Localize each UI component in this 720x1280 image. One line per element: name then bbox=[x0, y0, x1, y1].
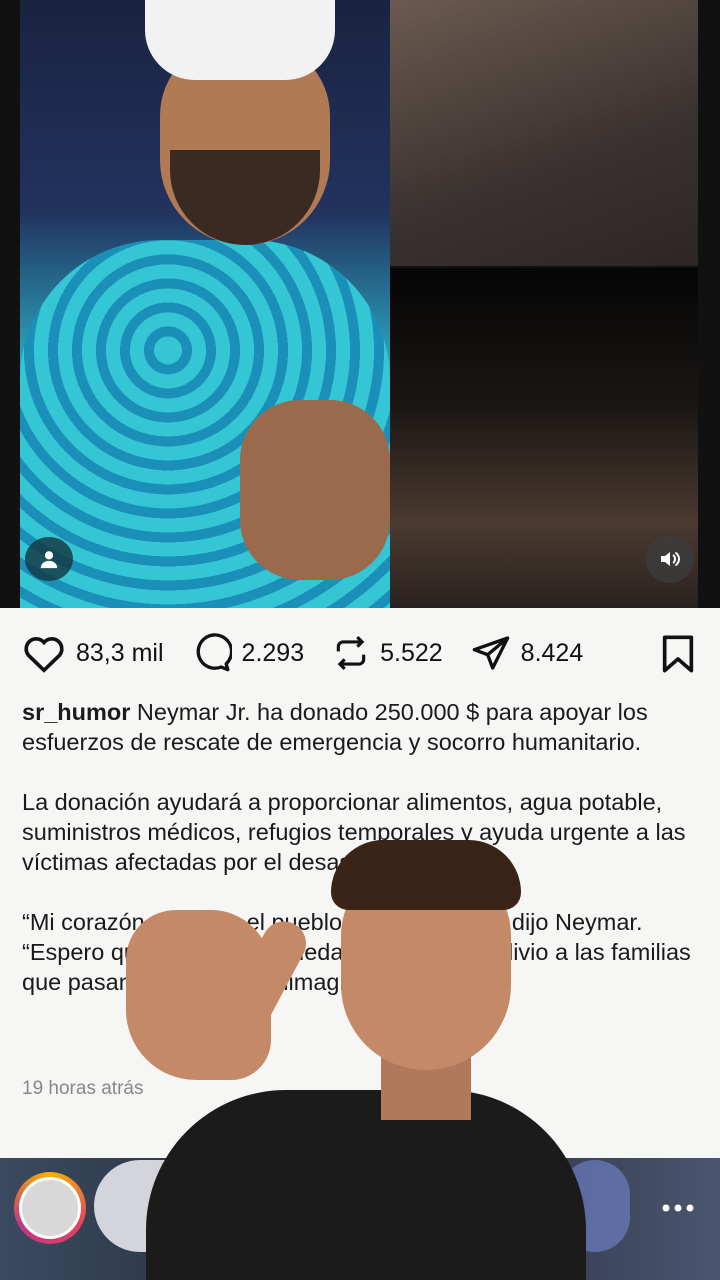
comment-action[interactable]: 2.293 bbox=[192, 633, 305, 673]
action-bar: 83,3 mil 2.293 5.522 8.424 bbox=[22, 628, 698, 678]
post-timestamp: 19 horas atrás bbox=[22, 1078, 144, 1099]
rescue-photo-top bbox=[390, 0, 698, 266]
share-action[interactable]: 8.424 bbox=[471, 633, 584, 673]
action-pill-right[interactable] bbox=[560, 1160, 630, 1252]
speaker-icon bbox=[661, 551, 681, 567]
person-icon bbox=[40, 551, 58, 569]
send-icon[interactable] bbox=[471, 633, 511, 673]
repost-count: 5.522 bbox=[380, 638, 443, 667]
profile-avatar[interactable] bbox=[14, 1172, 86, 1244]
repost-icon[interactable] bbox=[332, 633, 370, 673]
more-icon[interactable] bbox=[660, 1196, 696, 1220]
comment-icon[interactable] bbox=[192, 633, 232, 673]
tagged-users-button[interactable] bbox=[25, 537, 73, 581]
heart-icon[interactable] bbox=[22, 633, 66, 673]
post-caption: sr_humor Neymar Jr. ha donado 250.000 $ … bbox=[22, 697, 698, 1027]
caption-username[interactable]: sr_humor bbox=[22, 699, 130, 725]
neymar-photo bbox=[20, 0, 390, 608]
bookmark-icon[interactable] bbox=[660, 634, 696, 674]
sound-button[interactable] bbox=[646, 535, 694, 583]
comment-count: 2.293 bbox=[241, 638, 305, 667]
repost-action[interactable]: 5.522 bbox=[332, 633, 443, 673]
caption-paragraph-2: La donación ayudará a proporcionar alime… bbox=[22, 789, 686, 875]
post-media[interactable] bbox=[0, 0, 720, 608]
like-count: 83,3 mil bbox=[76, 638, 164, 667]
caption-paragraph-3: “Mi corazón está con el pueblo de Venezu… bbox=[22, 909, 691, 995]
share-count: 8.424 bbox=[520, 638, 584, 667]
action-pill[interactable] bbox=[94, 1160, 214, 1252]
caption-paragraph-1: sr_humor Neymar Jr. ha donado 250.000 $ … bbox=[22, 697, 698, 757]
like-action[interactable]: 83,3 mil bbox=[22, 633, 164, 673]
